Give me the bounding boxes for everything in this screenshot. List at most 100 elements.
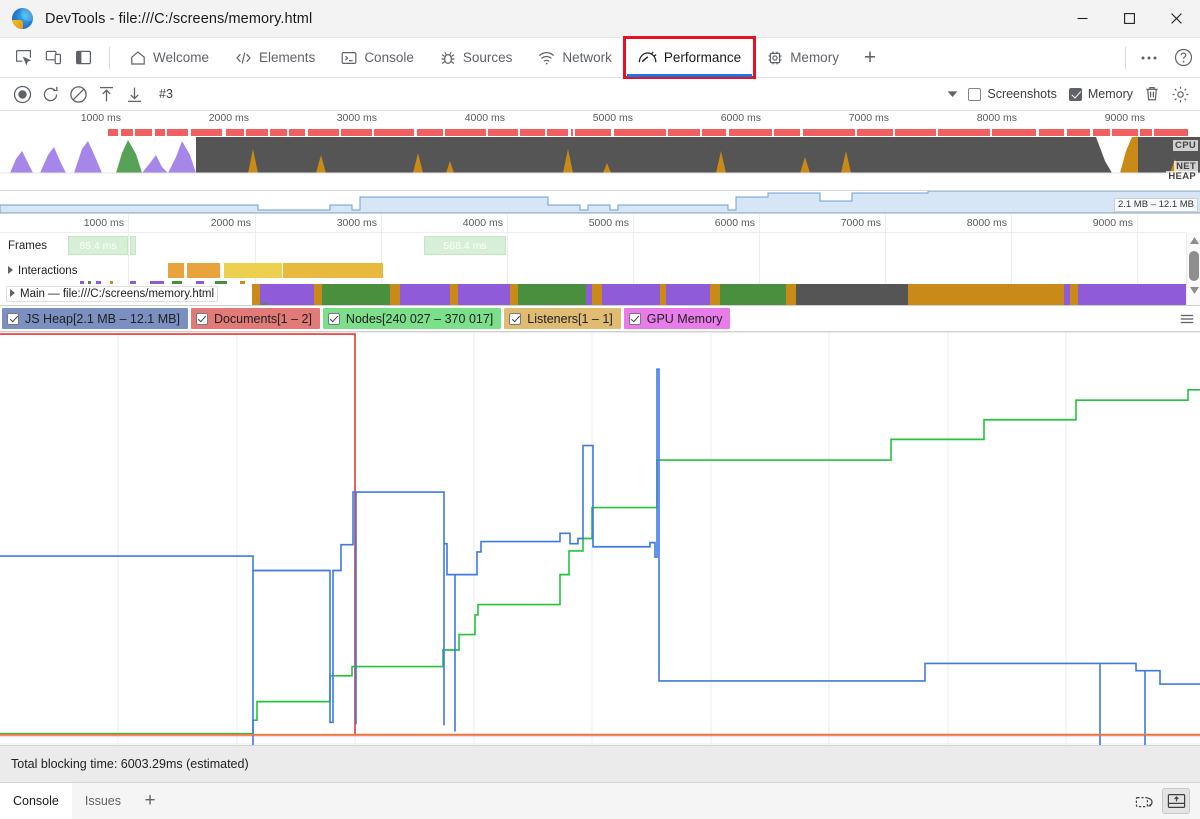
heap-overview-strip[interactable]: 2.1 MB – 12.1 MB: [0, 191, 1200, 214]
devtools-logo-icon: [12, 7, 34, 30]
tab-memory[interactable]: Memory: [754, 38, 852, 77]
counter-checkbox: [628, 312, 641, 325]
screenshots-checkbox-box: [968, 87, 982, 101]
heap-overview-canvas: [0, 191, 1200, 213]
overview-time-ruler: 1000 ms 2000 ms 3000 ms 4000 ms 5000 ms …: [0, 111, 1200, 129]
counter-toggle-listeners[interactable]: Listeners[1 – 1]: [504, 308, 621, 329]
undock-into-separate-window-icon[interactable]: [1130, 788, 1158, 814]
status-bar: Total blocking time: 6003.29ms (estimate…: [0, 745, 1200, 782]
upload-profile-icon[interactable]: [93, 81, 119, 107]
frame-box[interactable]: 85.4 ms: [68, 236, 128, 255]
tab-sources-label: Sources: [462, 50, 513, 65]
timeline-overview[interactable]: 1000 ms 2000 ms 3000 ms 4000 ms 5000 ms …: [0, 111, 1200, 191]
counter-label: Listeners[1 – 1]: [527, 311, 613, 326]
memory-checkbox[interactable]: Memory: [1068, 87, 1133, 101]
interactions-track-label[interactable]: Interactions: [6, 263, 80, 278]
tab-memory-label: Memory: [790, 50, 839, 65]
drawer-right-controls: [1130, 783, 1200, 819]
tab-performance-label: Performance: [663, 50, 742, 65]
heap-lane-label: HEAP: [1166, 171, 1198, 182]
main-track-label[interactable]: Main — file:///C:/screens/memory.html: [6, 285, 219, 302]
memory-checkbox-box: [1068, 87, 1082, 101]
tab-console[interactable]: Console: [328, 38, 427, 77]
reload-and-record-button[interactable]: [37, 81, 63, 107]
tab-performance[interactable]: Performance: [622, 36, 757, 79]
device-emulation-icon[interactable]: [38, 43, 68, 73]
track-tick: 1000 ms: [83, 217, 124, 229]
drawer-tab-console[interactable]: Console: [0, 783, 72, 819]
counter-checkbox: [509, 312, 522, 325]
trash-icon[interactable]: [1139, 81, 1165, 107]
track-tick: 6000 ms: [714, 217, 755, 229]
counter-checkbox: [327, 312, 340, 325]
console-prompt-icon: [341, 50, 357, 66]
flame-chart-tracks[interactable]: 1000 ms 2000 ms 3000 ms 4000 ms 5000 ms …: [0, 214, 1200, 306]
track-tick: 3000 ms: [336, 217, 377, 229]
close-button[interactable]: [1153, 0, 1200, 38]
frame-box[interactable]: [130, 236, 136, 255]
frames-track-label: Frames: [6, 239, 49, 253]
counter-toggle-documents[interactable]: Documents[1 – 2]: [190, 308, 320, 329]
counter-label: Nodes[240 027 – 370 017]: [345, 311, 494, 326]
performance-control-bar: #3 Screenshots Memory: [0, 78, 1200, 111]
drawer-add-tab-button[interactable]: +: [134, 783, 166, 819]
frame-box[interactable]: 568.4 ms: [424, 236, 506, 255]
scroll-down-arrow-icon[interactable]: [1188, 284, 1200, 296]
track-tick: 9000 ms: [1092, 217, 1133, 229]
add-panel-button[interactable]: +: [852, 38, 888, 77]
counter-label: Documents[1 – 2]: [213, 311, 312, 326]
wifi-icon: [538, 50, 555, 66]
expand-triangle-icon: [8, 266, 13, 275]
tracks-scrollbar[interactable]: [1186, 233, 1200, 305]
overview-tick: 7000 ms: [848, 112, 889, 124]
tab-network[interactable]: Network: [525, 38, 625, 77]
toolbar-divider-right: [1125, 46, 1126, 69]
performance-meter-icon: [638, 50, 657, 66]
memory-counters-chart[interactable]: [0, 332, 1200, 745]
chip-icon: [767, 50, 783, 66]
interactions-track[interactable]: Interactions: [0, 260, 1186, 281]
maximize-button[interactable]: [1106, 0, 1153, 38]
more-tools-icon[interactable]: [1132, 43, 1166, 73]
record-button[interactable]: [9, 81, 35, 107]
drawer-tab-issues[interactable]: Issues: [72, 783, 134, 819]
counter-toggle-nodes[interactable]: Nodes[240 027 – 370 017]: [322, 308, 502, 329]
memory-label: Memory: [1087, 87, 1133, 101]
tab-sources[interactable]: Sources: [427, 38, 526, 77]
overview-tick: 9000 ms: [1104, 112, 1145, 124]
toggle-sidebar-icon[interactable]: [68, 43, 98, 73]
main-track[interactable]: Main — file:///C:/screens/memory.html: [0, 281, 1186, 305]
tab-welcome-label: Welcome: [153, 50, 210, 65]
code-brackets-icon: [235, 50, 252, 66]
tab-elements-label: Elements: [259, 50, 316, 65]
counter-label: JS Heap[2.1 MB – 12.1 MB]: [25, 311, 180, 326]
overview-tick: 4000 ms: [464, 112, 505, 124]
memory-counters-legend: JS Heap[2.1 MB – 12.1 MB] Documents[1 – …: [0, 306, 1200, 332]
counters-menu-icon[interactable]: [1174, 308, 1200, 329]
screenshots-checkbox[interactable]: Screenshots: [968, 87, 1057, 101]
tab-network-label: Network: [562, 50, 612, 65]
minimize-button[interactable]: [1059, 0, 1106, 38]
tracks-time-ruler: 1000 ms 2000 ms 3000 ms 4000 ms 5000 ms …: [0, 214, 1186, 233]
scroll-up-arrow-icon[interactable]: [1188, 234, 1200, 246]
window-controls: [1059, 0, 1200, 38]
track-tick: 4000 ms: [462, 217, 503, 229]
counter-toggle-js-heap[interactable]: JS Heap[2.1 MB – 12.1 MB]: [2, 308, 188, 329]
tab-elements[interactable]: Elements: [222, 38, 328, 77]
help-icon[interactable]: [1166, 43, 1200, 73]
save-profile-icon[interactable]: [121, 81, 147, 107]
counter-toggle-gpu-memory[interactable]: GPU Memory: [623, 308, 731, 329]
inspect-element-icon[interactable]: [8, 43, 38, 73]
capture-settings-gear-icon[interactable]: [1167, 81, 1193, 107]
heap-range-badge: 2.1 MB – 12.1 MB: [1113, 198, 1198, 212]
dock-button-group: [0, 38, 102, 77]
total-blocking-time-text: Total blocking time: 6003.29ms (estimate…: [11, 757, 249, 771]
tab-welcome[interactable]: Welcome: [117, 38, 222, 77]
title-bar: DevTools - file:///C:/screens/memory.htm…: [0, 0, 1200, 38]
dock-to-bottom-icon[interactable]: [1162, 788, 1190, 814]
scrollbar-thumb[interactable]: [1189, 251, 1199, 281]
overview-tick: 8000 ms: [976, 112, 1017, 124]
clear-button[interactable]: [65, 81, 91, 107]
chevron-down-icon[interactable]: [942, 82, 962, 106]
frames-track[interactable]: 85.4 ms 568.4 ms Frames: [0, 233, 1186, 259]
